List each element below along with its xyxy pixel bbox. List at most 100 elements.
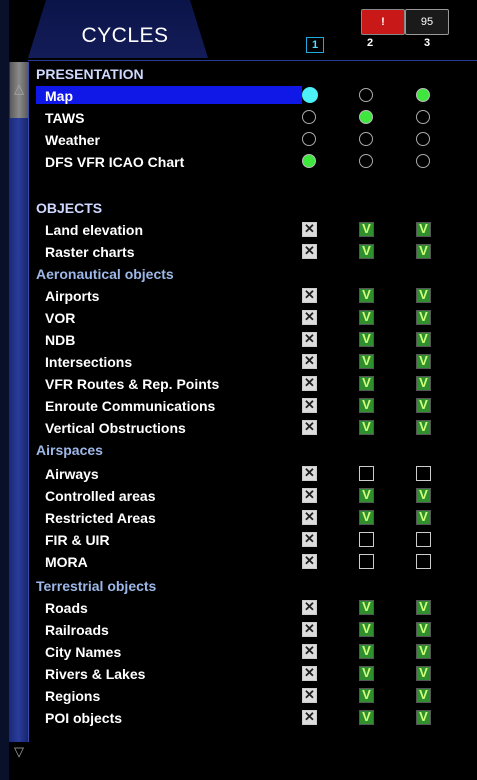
checkbox-col1[interactable]: ✕ <box>302 420 317 435</box>
checkbox-col3[interactable]: V <box>416 666 431 681</box>
checkbox-col3[interactable] <box>416 532 431 547</box>
checkbox-col2[interactable]: V <box>359 666 374 681</box>
list-item[interactable]: Regions ✕ V V <box>36 686 477 708</box>
battery-icon[interactable]: 95 <box>405 9 449 35</box>
checkbox-col3[interactable]: V <box>416 332 431 347</box>
scroll-up-icon[interactable]: △ <box>11 82 27 96</box>
checkbox-col3[interactable]: V <box>416 622 431 637</box>
checkbox-col2[interactable]: V <box>359 354 374 369</box>
column-header-2[interactable]: 2 <box>362 37 378 49</box>
checkbox-col1[interactable]: ✕ <box>302 666 317 681</box>
checkbox-col1[interactable]: ✕ <box>302 354 317 369</box>
checkbox-col1[interactable]: ✕ <box>302 644 317 659</box>
checkbox-col3[interactable]: V <box>416 488 431 503</box>
checkbox-col3[interactable]: V <box>416 376 431 391</box>
radio-button-col3[interactable] <box>416 88 430 102</box>
checkbox-col2[interactable]: V <box>359 310 374 325</box>
checkbox-col3[interactable]: V <box>416 354 431 369</box>
checkbox-col3[interactable] <box>416 466 431 481</box>
column-header-1[interactable]: 1 <box>306 37 324 53</box>
checkbox-col3[interactable]: V <box>416 310 431 325</box>
radio-button-col3[interactable] <box>416 154 430 168</box>
list-item[interactable]: POI objects ✕ V V <box>36 708 477 730</box>
radio-button-col1[interactable] <box>302 110 316 124</box>
list-item[interactable]: Railroads ✕ V V <box>36 620 477 642</box>
checkbox-col1[interactable]: ✕ <box>302 532 317 547</box>
checkbox-col2[interactable] <box>359 466 374 481</box>
radio-button-col1[interactable] <box>302 154 316 168</box>
radio-button-col2[interactable] <box>359 154 373 168</box>
checkbox-col2[interactable]: V <box>359 644 374 659</box>
checkbox-col1[interactable]: ✕ <box>302 222 317 237</box>
checkbox-col1[interactable]: ✕ <box>302 488 317 503</box>
checkbox-col2[interactable]: V <box>359 398 374 413</box>
radio-button-col2[interactable] <box>359 132 373 146</box>
checkbox-col2[interactable]: V <box>359 222 374 237</box>
checkbox-col2[interactable] <box>359 532 374 547</box>
checkbox-col2[interactable]: V <box>359 688 374 703</box>
warning-icon[interactable]: ! <box>361 9 405 35</box>
checkbox-col2[interactable]: V <box>359 600 374 615</box>
list-item[interactable]: Airports ✕ V V <box>36 286 477 308</box>
checkbox-col3[interactable]: V <box>416 288 431 303</box>
scroll-down-icon[interactable]: ▽ <box>11 745 27 759</box>
checkbox-col3[interactable]: V <box>416 600 431 615</box>
list-item[interactable]: FIR & UIR ✕ <box>36 530 477 552</box>
radio-button-col2[interactable] <box>359 110 373 124</box>
checkbox-col3[interactable]: V <box>416 244 431 259</box>
checkbox-col2[interactable]: V <box>359 710 374 725</box>
radio-button-col1[interactable] <box>302 87 318 103</box>
checkbox-col1[interactable]: ✕ <box>302 554 317 569</box>
list-item[interactable]: Weather <box>36 130 477 152</box>
checkbox-col1[interactable]: ✕ <box>302 376 317 391</box>
checkbox-col2[interactable]: V <box>359 420 374 435</box>
checkbox-col1[interactable]: ✕ <box>302 466 317 481</box>
checkbox-col1[interactable]: ✕ <box>302 510 317 525</box>
checkbox-col3[interactable]: V <box>416 510 431 525</box>
checkbox-col3[interactable]: V <box>416 644 431 659</box>
checkbox-col3[interactable] <box>416 554 431 569</box>
list-item[interactable]: Roads ✕ V V <box>36 598 477 620</box>
checkbox-col1[interactable]: ✕ <box>302 600 317 615</box>
checkbox-col3[interactable]: V <box>416 398 431 413</box>
list-item[interactable]: VOR ✕ V V <box>36 308 477 330</box>
list-item[interactable]: VFR Routes & Rep. Points ✕ V V <box>36 374 477 396</box>
checkbox-col1[interactable]: ✕ <box>302 688 317 703</box>
list-item[interactable]: NDB ✕ V V <box>36 330 477 352</box>
checkbox-col1[interactable]: ✕ <box>302 310 317 325</box>
checkbox-col1[interactable]: ✕ <box>302 622 317 637</box>
checkbox-col2[interactable]: V <box>359 376 374 391</box>
checkbox-col2[interactable]: V <box>359 332 374 347</box>
checkbox-col2[interactable] <box>359 554 374 569</box>
checkbox-col3[interactable]: V <box>416 222 431 237</box>
list-item[interactable]: Land elevation ✕ V V <box>36 220 477 242</box>
checkbox-col2[interactable]: V <box>359 510 374 525</box>
scrollbar-track[interactable] <box>9 62 29 742</box>
checkbox-col2[interactable]: V <box>359 244 374 259</box>
radio-button-col2[interactable] <box>359 88 373 102</box>
checkbox-col3[interactable]: V <box>416 710 431 725</box>
list-item[interactable]: Intersections ✕ V V <box>36 352 477 374</box>
checkbox-col1[interactable]: ✕ <box>302 332 317 347</box>
list-item[interactable]: Rivers & Lakes ✕ V V <box>36 664 477 686</box>
radio-button-col3[interactable] <box>416 132 430 146</box>
checkbox-col2[interactable]: V <box>359 488 374 503</box>
list-item[interactable]: Restricted Areas ✕ V V <box>36 508 477 530</box>
list-item[interactable]: Vertical Obstructions ✕ V V <box>36 418 477 440</box>
list-item[interactable]: Airways ✕ <box>36 464 477 486</box>
list-item[interactable]: Controlled areas ✕ V V <box>36 486 477 508</box>
checkbox-col1[interactable]: ✕ <box>302 398 317 413</box>
checkbox-col3[interactable]: V <box>416 420 431 435</box>
checkbox-col2[interactable]: V <box>359 622 374 637</box>
list-item[interactable]: TAWS <box>36 108 477 130</box>
checkbox-col1[interactable]: ✕ <box>302 288 317 303</box>
list-item[interactable]: City Names ✕ V V <box>36 642 477 664</box>
checkbox-col2[interactable]: V <box>359 288 374 303</box>
list-item[interactable]: DFS VFR ICAO Chart <box>36 152 477 174</box>
column-header-3[interactable]: 3 <box>419 37 435 49</box>
checkbox-col3[interactable]: V <box>416 688 431 703</box>
list-item[interactable]: Raster charts ✕ V V <box>36 242 477 264</box>
radio-button-col3[interactable] <box>416 110 430 124</box>
radio-button-col1[interactable] <box>302 132 316 146</box>
list-item[interactable]: Enroute Communications ✕ V V <box>36 396 477 418</box>
